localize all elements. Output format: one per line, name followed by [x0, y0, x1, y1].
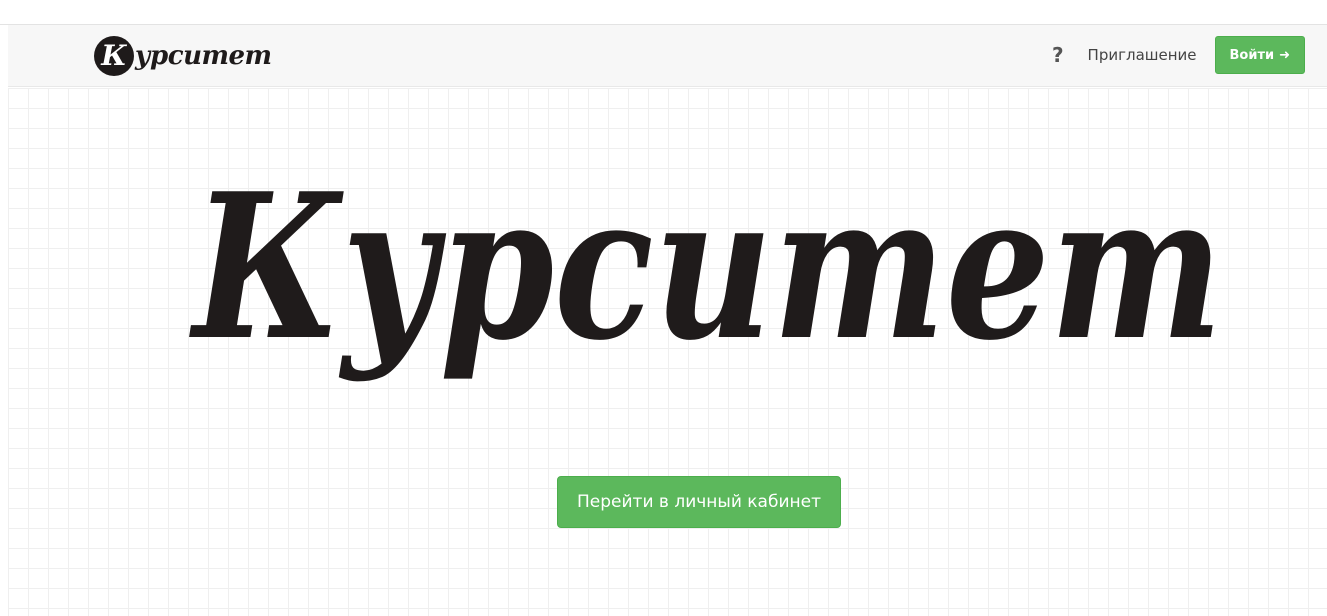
hero-logo-text: Курситет: [189, 150, 1223, 385]
browser-top-strip: [0, 0, 1327, 25]
brand-logo-mark: К: [94, 36, 134, 76]
brand-logo-text: урситет: [135, 41, 272, 71]
navbar: К урситет ? Приглашение Войти ➜: [8, 25, 1327, 87]
invite-link[interactable]: Приглашение: [1088, 46, 1197, 64]
question-mark-icon[interactable]: ?: [1052, 43, 1064, 67]
sign-in-icon: ➜: [1279, 47, 1290, 63]
hero-logo: Курситет: [189, 150, 1223, 385]
go-to-account-button[interactable]: Перейти в личный кабинет: [557, 476, 841, 528]
login-button-label: Войти: [1229, 47, 1275, 63]
login-button[interactable]: Войти ➜: [1214, 36, 1305, 74]
navbar-actions: ? Приглашение Войти ➜: [1052, 35, 1305, 75]
main-content: Курситет Перейти в личный кабинет: [8, 88, 1327, 616]
brand-logo-link[interactable]: К урситет: [94, 31, 272, 81]
